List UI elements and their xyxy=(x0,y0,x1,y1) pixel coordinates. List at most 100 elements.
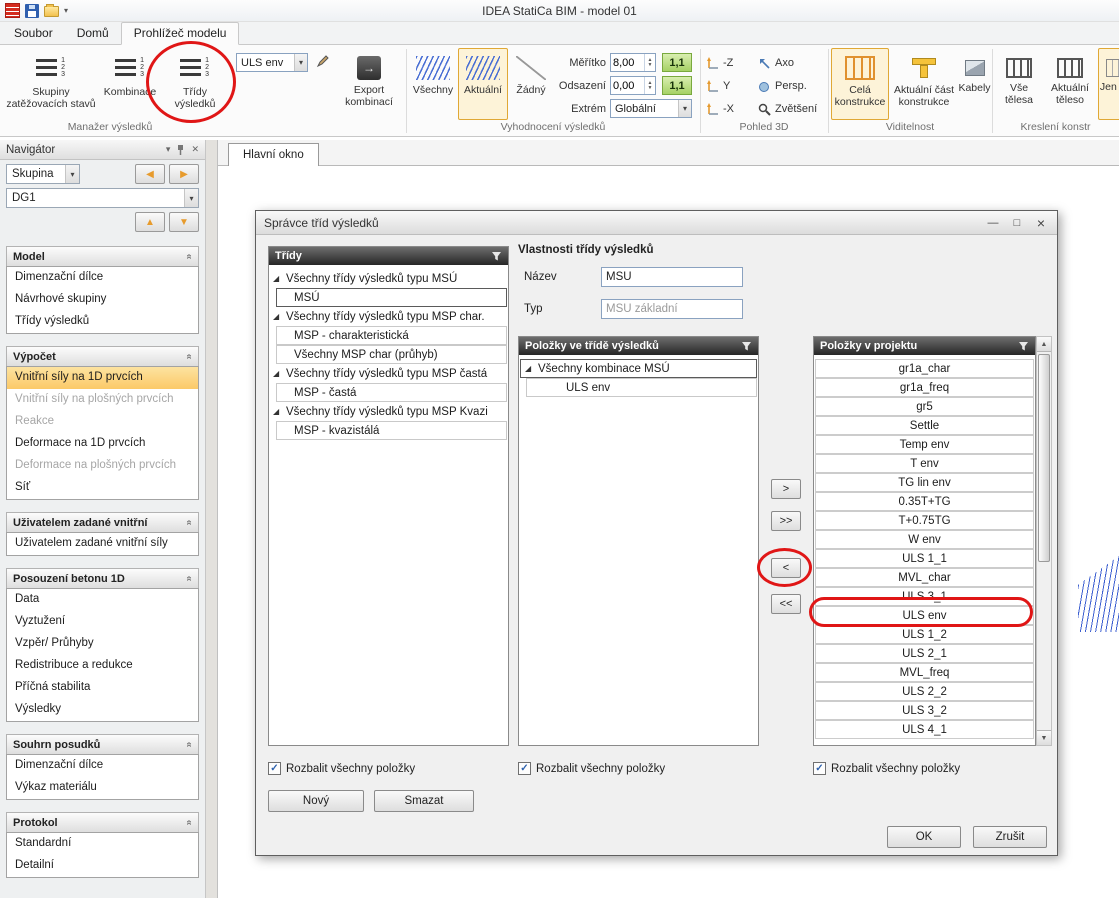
add-item-button[interactable]: > xyxy=(771,479,801,499)
delete-button[interactable]: Smazat xyxy=(374,790,474,812)
panel-splitter[interactable] xyxy=(206,140,218,898)
cancel-button[interactable]: Zrušit xyxy=(973,826,1047,848)
result-class-row[interactable]: ◢ Všechny třídy výsledků typu MSP častá xyxy=(269,364,508,383)
current-results-button[interactable]: Aktuální xyxy=(458,48,508,120)
expand-all-checkbox[interactable]: ✓ xyxy=(813,762,826,775)
spinner-arrows-icon[interactable]: ▲▼ xyxy=(644,54,655,71)
project-item-row[interactable]: ULS 1_1 xyxy=(815,549,1034,568)
tree-expander-icon[interactable]: ◢ xyxy=(273,312,283,321)
tree-expander-icon[interactable]: ◢ xyxy=(525,364,535,373)
nav-item[interactable]: Třídy výsledků xyxy=(7,311,198,333)
project-item-row[interactable]: T+0.75TG xyxy=(815,511,1034,530)
nav-item[interactable]: Vyztužení xyxy=(7,611,198,633)
nav-item[interactable]: Vzpěr/ Průhyby xyxy=(7,633,198,655)
remove-all-items-button[interactable]: << xyxy=(771,594,801,614)
nav-item[interactable]: Deformace na 1D prvcích xyxy=(7,433,198,455)
zoom-button[interactable]: Zvětšení xyxy=(758,99,817,119)
collapse-chevron-icon[interactable]: « xyxy=(184,520,195,526)
nav-section-header[interactable]: Protokol « xyxy=(6,812,199,832)
nav-item[interactable]: Příčná stabilita xyxy=(7,677,198,699)
result-classes-button[interactable]: Třídy výsledků xyxy=(162,48,228,120)
nav-item[interactable]: Detailní xyxy=(7,855,198,877)
axes-only-button[interactable]: Jen osy xyxy=(1098,48,1119,120)
project-item-row[interactable]: ULS 1_2 xyxy=(815,625,1034,644)
view-y-button[interactable]: Y xyxy=(706,76,730,96)
nav-item[interactable]: Data xyxy=(7,589,198,611)
project-item-row[interactable]: W env xyxy=(815,530,1034,549)
result-class-row[interactable]: ◢ Všechny MSP char (průhyb) xyxy=(276,345,507,364)
nav-item[interactable]: Deformace na plošných prvcích xyxy=(7,455,198,477)
project-item-row[interactable]: ULS env xyxy=(815,606,1034,625)
all-results-button[interactable]: Všechny xyxy=(410,48,456,120)
offset-spinner[interactable]: ▲▼ xyxy=(610,76,656,95)
name-input[interactable] xyxy=(601,267,743,287)
remove-item-button[interactable]: < xyxy=(771,558,801,578)
project-item-row[interactable]: MVL_char xyxy=(815,568,1034,587)
collapse-chevron-icon[interactable]: « xyxy=(184,354,195,360)
nav-section-header[interactable]: Uživatelem zadané vnitřní « xyxy=(6,512,199,532)
nav-section-header[interactable]: Souhrn posudků « xyxy=(6,734,199,754)
nav-item[interactable]: Redistribuce a redukce xyxy=(7,655,198,677)
tree-expander-icon[interactable]: ◢ xyxy=(273,369,283,378)
project-item-row[interactable]: ULS 3_2 xyxy=(815,701,1034,720)
nav-item[interactable]: Vnitřní síly na 1D prvcích xyxy=(7,367,198,389)
project-item-row[interactable]: gr5 xyxy=(815,397,1034,416)
project-item-row[interactable]: ULS 2_1 xyxy=(815,644,1034,663)
nav-item[interactable]: Standardní xyxy=(7,833,198,855)
scale-input[interactable] xyxy=(611,54,644,71)
add-all-items-button[interactable]: >> xyxy=(771,511,801,531)
offset-input[interactable] xyxy=(611,77,644,94)
nav-item[interactable]: Reakce xyxy=(7,411,198,433)
scroll-thumb[interactable] xyxy=(1038,354,1050,562)
result-class-row[interactable]: ◢ Všechny třídy výsledků typu MSP char. xyxy=(269,307,508,326)
collapse-chevron-icon[interactable]: « xyxy=(184,254,195,260)
offset-badge[interactable]: 1,1 xyxy=(662,76,692,95)
project-item-row[interactable]: ULS 2_2 xyxy=(815,682,1034,701)
filter-icon[interactable] xyxy=(741,341,752,352)
nav-item[interactable]: Vnitřní síly na plošných prvcích xyxy=(7,389,198,411)
tree-expander-icon[interactable]: ◢ xyxy=(273,407,283,416)
result-class-row[interactable]: ◢ MSÚ xyxy=(276,288,507,307)
project-list-scrollbar[interactable]: ▲ ▼ xyxy=(1036,336,1052,746)
project-item-row[interactable]: T env xyxy=(815,454,1034,473)
expand-all-checkbox[interactable]: ✓ xyxy=(268,762,281,775)
collapse-chevron-icon[interactable]: « xyxy=(184,576,195,582)
no-results-button[interactable]: Žádný xyxy=(510,48,552,120)
project-item-row[interactable]: ULS 3_1 xyxy=(815,587,1034,606)
view-minus-x-button[interactable]: -X xyxy=(706,99,734,119)
new-button[interactable]: Nový xyxy=(268,790,364,812)
combinations-button[interactable]: Kombinace xyxy=(100,48,160,120)
move-up-button[interactable]: ▲ xyxy=(135,212,165,232)
load-groups-button[interactable]: Skupiny zatěžovacích stavů xyxy=(4,48,98,120)
chevron-down-icon[interactable]: ▾ xyxy=(678,100,691,117)
ok-button[interactable]: OK xyxy=(887,826,961,848)
design-group-combo[interactable]: DG1 ▾ xyxy=(6,188,199,208)
nav-section-header[interactable]: Model « xyxy=(6,246,199,266)
nav-item[interactable]: Uživatelem zadané vnitřní síly xyxy=(7,533,198,555)
export-combinations-button[interactable]: → Export kombinací xyxy=(334,48,404,120)
tab-hlavni-okno[interactable]: Hlavní okno xyxy=(228,143,319,166)
collapse-chevron-icon[interactable]: « xyxy=(184,820,195,826)
navigator-dropdown-icon[interactable]: ▾ xyxy=(166,144,171,155)
minimize-icon[interactable]: — xyxy=(985,217,1001,229)
nav-item[interactable]: Návrhové skupiny xyxy=(7,289,198,311)
result-class-combo[interactable]: ULS env ▾ xyxy=(236,53,308,72)
result-class-row[interactable]: ◢ MSP - častá xyxy=(276,383,507,402)
project-item-row[interactable]: gr1a_freq xyxy=(815,378,1034,397)
class-item-row[interactable]: ◢ Všechny kombinace MSÚ xyxy=(520,359,757,378)
group-combo[interactable]: Skupina ▾ xyxy=(6,164,80,184)
result-class-row[interactable]: ◢ Všechny třídy výsledků typu MSÚ xyxy=(269,269,508,288)
view-minus-z-button[interactable]: -Z xyxy=(706,53,733,73)
next-arrow-button[interactable]: ▶ xyxy=(169,164,199,184)
project-item-row[interactable]: Temp env xyxy=(815,435,1034,454)
nav-item[interactable]: Výsledky xyxy=(7,699,198,721)
view-axo-button[interactable]: Axo xyxy=(758,53,794,73)
scale-spinner[interactable]: ▲▼ xyxy=(610,53,656,72)
tree-expander-icon[interactable]: ◢ xyxy=(273,274,283,283)
project-item-row[interactable]: 0.35T+TG xyxy=(815,492,1034,511)
tab-domu[interactable]: Domů xyxy=(65,23,121,44)
tab-soubor[interactable]: Soubor xyxy=(2,23,65,44)
move-down-button[interactable]: ▼ xyxy=(169,212,199,232)
maximize-icon[interactable]: □ xyxy=(1009,217,1025,229)
scroll-down-icon[interactable]: ▼ xyxy=(1037,730,1051,745)
